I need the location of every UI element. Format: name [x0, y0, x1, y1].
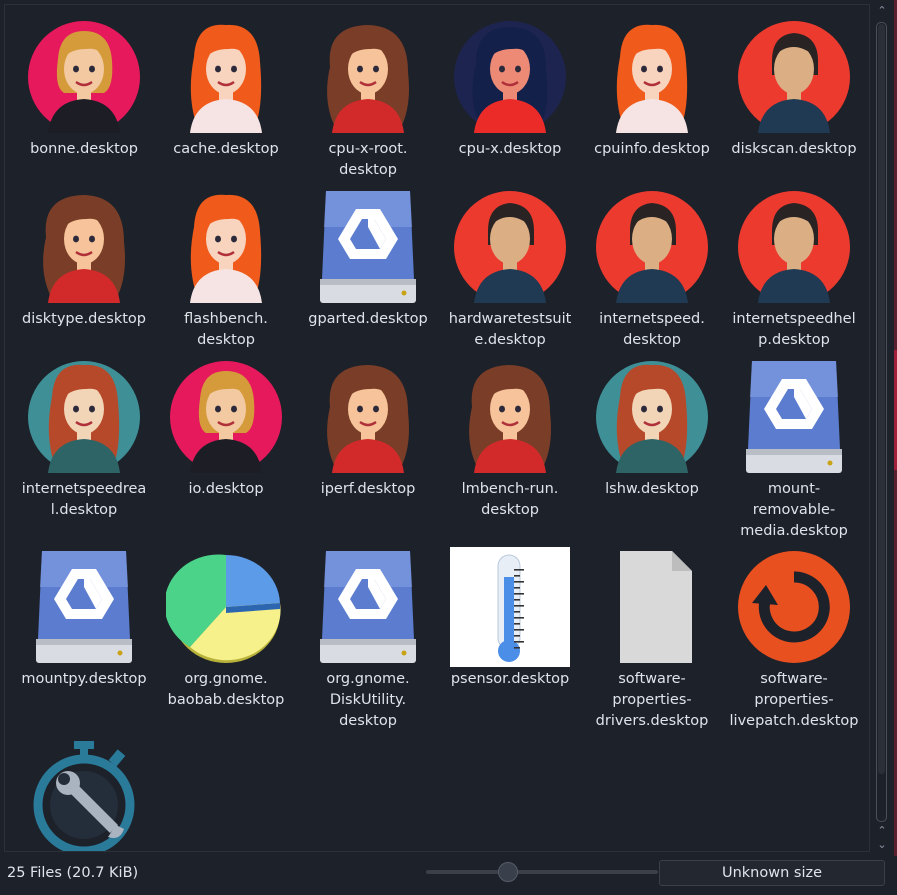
file-item[interactable]: software-properties-livepatch.desktop: [723, 539, 865, 732]
file-label: cache.desktop: [173, 141, 279, 157]
file-label: hardwaretestsuit e.desktop: [448, 311, 572, 348]
file-label: cpu-x.desktop: [458, 141, 562, 157]
blank-document-icon: [592, 547, 712, 667]
woman-blonde-avatar-icon: [24, 17, 144, 137]
drive-icon: [308, 187, 428, 307]
file-item[interactable]: io.desktop: [155, 349, 297, 500]
file-item[interactable]: internetspeedrea l.desktop: [13, 349, 155, 521]
file-label: psensor.desktop: [450, 671, 570, 687]
person-silhouette-avatar-icon: [592, 187, 712, 307]
scroll-down-arrow-icon[interactable]: ⌄: [875, 838, 889, 852]
file-label: internetspeed. desktop: [599, 311, 705, 348]
file-label: diskscan.desktop: [731, 141, 857, 157]
file-item[interactable]: software-properties-drivers.desktop: [581, 539, 723, 732]
person-silhouette-avatar-icon: [734, 17, 854, 137]
woman-redhead-avatar-icon: [166, 17, 286, 137]
person-silhouette-avatar-icon: [734, 187, 854, 307]
file-item[interactable]: gparted.desktop: [297, 179, 439, 330]
file-item[interactable]: iperf.desktop: [297, 349, 439, 500]
file-label: mount-removable-media.desktop: [740, 481, 848, 539]
file-item[interactable]: cpu-x.desktop: [439, 9, 581, 160]
file-label: org.gnome. baobab.desktop: [167, 671, 285, 708]
person-silhouette-avatar-icon: [450, 187, 570, 307]
stopwatch-wrench-icon: [24, 737, 144, 851]
file-label: internetspeedrea l.desktop: [21, 481, 147, 518]
drive-icon: [308, 547, 428, 667]
file-label: lshw.desktop: [605, 481, 699, 497]
livepatch-icon: [734, 547, 854, 667]
scrollbar-thumb[interactable]: [878, 24, 885, 774]
woman-redhead-avatar-icon: [592, 17, 712, 137]
file-item[interactable]: internetspeed. desktop: [581, 179, 723, 351]
file-label: gparted.desktop: [308, 311, 428, 327]
woman-brunette-avatar-icon: [24, 187, 144, 307]
file-label: iperf.desktop: [320, 481, 416, 497]
file-label: flashbench. desktop: [184, 311, 268, 348]
drive-icon: [24, 547, 144, 667]
thermometer-icon: [450, 547, 570, 667]
woman-redhead-avatar-icon: [166, 187, 286, 307]
file-label: software-properties-livepatch.desktop: [729, 671, 859, 729]
woman-teal-avatar-icon: [592, 357, 712, 477]
file-label: software-properties-drivers.desktop: [595, 671, 709, 729]
woman-dark-hair-avatar-icon: [450, 17, 570, 137]
file-label: bonne.desktop: [30, 141, 138, 157]
file-item[interactable]: lmbench-run. desktop: [439, 349, 581, 521]
file-item[interactable]: cpuinfo.desktop: [581, 9, 723, 160]
vertical-scrollbar[interactable]: ⌃ ⌃ ⌄: [872, 2, 892, 854]
scrollbar-track[interactable]: [876, 22, 887, 822]
file-label: cpu-x-root. desktop: [328, 141, 408, 178]
woman-blonde-avatar-icon: [166, 357, 286, 477]
file-item[interactable]: org.gnome. baobab.desktop: [155, 539, 297, 711]
file-label: io.desktop: [188, 481, 264, 497]
size-display: Unknown size: [659, 860, 885, 886]
file-label: disktype.desktop: [21, 311, 147, 327]
file-item[interactable]: mount-removable-media.desktop: [723, 349, 865, 542]
drive-icon: [734, 357, 854, 477]
scroll-up-arrow-icon[interactable]: ⌃: [875, 4, 889, 18]
pie-chart-icon: [166, 547, 286, 667]
woman-brunette-avatar-icon: [450, 357, 570, 477]
zoom-slider-handle[interactable]: [498, 862, 518, 882]
file-item[interactable]: [13, 729, 155, 851]
file-item[interactable]: disktype.desktop: [13, 179, 155, 330]
file-count-text: 25 Files (20.7 KiB): [7, 865, 139, 881]
file-item[interactable]: hardwaretestsuit e.desktop: [439, 179, 581, 351]
file-item[interactable]: flashbench. desktop: [155, 179, 297, 351]
file-label: internetspeedhel p.desktop: [732, 311, 856, 348]
file-item[interactable]: org.gnome. DiskUtility. desktop: [297, 539, 439, 732]
woman-teal-avatar-icon: [24, 357, 144, 477]
file-icon-view[interactable]: bonne.desktop cache.desktop cpu-x-root. des…: [4, 4, 870, 852]
woman-brunette-avatar-icon: [308, 17, 428, 137]
woman-brunette-avatar-icon: [308, 357, 428, 477]
file-item[interactable]: cpu-x-root. desktop: [297, 9, 439, 181]
zoom-slider-track[interactable]: [426, 870, 658, 874]
file-item[interactable]: diskscan.desktop: [723, 9, 865, 160]
file-label: org.gnome. DiskUtility. desktop: [326, 671, 410, 729]
file-item[interactable]: internetspeedhel p.desktop: [723, 179, 865, 351]
file-item[interactable]: lshw.desktop: [581, 349, 723, 500]
scroll-up-arrow-icon[interactable]: ⌃: [875, 824, 889, 838]
file-item[interactable]: mountpy.desktop: [13, 539, 155, 690]
file-label: lmbench-run. desktop: [461, 481, 559, 518]
file-item[interactable]: bonne.desktop: [13, 9, 155, 160]
file-label: cpuinfo.desktop: [594, 141, 710, 157]
file-item[interactable]: psensor.desktop: [439, 539, 581, 690]
file-item[interactable]: cache.desktop: [155, 9, 297, 160]
file-label: mountpy.desktop: [21, 671, 147, 687]
